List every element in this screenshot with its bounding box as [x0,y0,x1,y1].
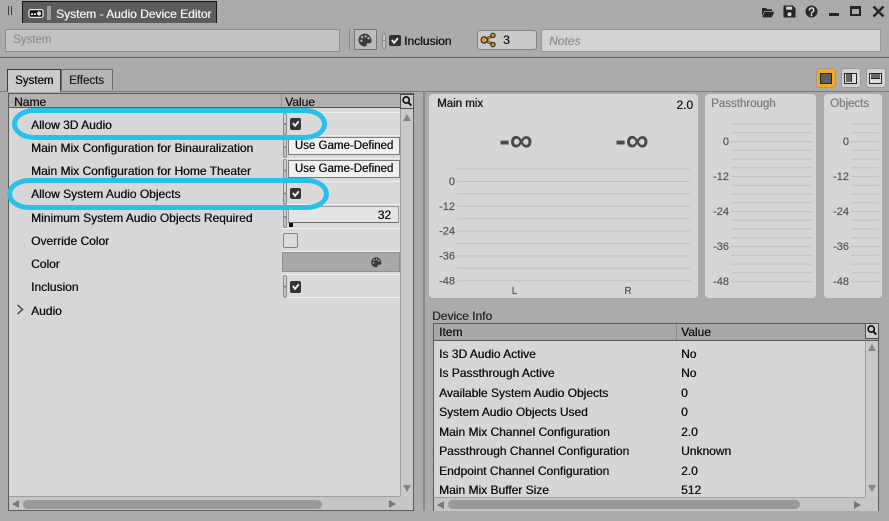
svg-text:-12: -12 [713,171,729,183]
svg-text:L: L [512,286,518,297]
svg-text:-48: -48 [833,276,849,288]
svg-text:0: 0 [722,136,728,148]
svg-text:-∞: -∞ [499,122,532,158]
svg-text:-36: -36 [439,250,455,262]
svg-text:-12: -12 [833,171,849,183]
svg-text:-24: -24 [833,206,849,218]
svg-text:-48: -48 [439,275,455,287]
svg-text:-36: -36 [713,241,729,253]
svg-text:-24: -24 [713,206,729,218]
svg-text:R: R [624,286,631,297]
svg-text:-36: -36 [833,241,849,253]
svg-text:0: 0 [449,176,455,188]
svg-text:-24: -24 [439,226,455,238]
svg-text:-12: -12 [439,201,455,213]
svg-text:-48: -48 [713,276,729,288]
svg-text:0: 0 [842,136,848,148]
svg-text:-∞: -∞ [615,122,648,158]
